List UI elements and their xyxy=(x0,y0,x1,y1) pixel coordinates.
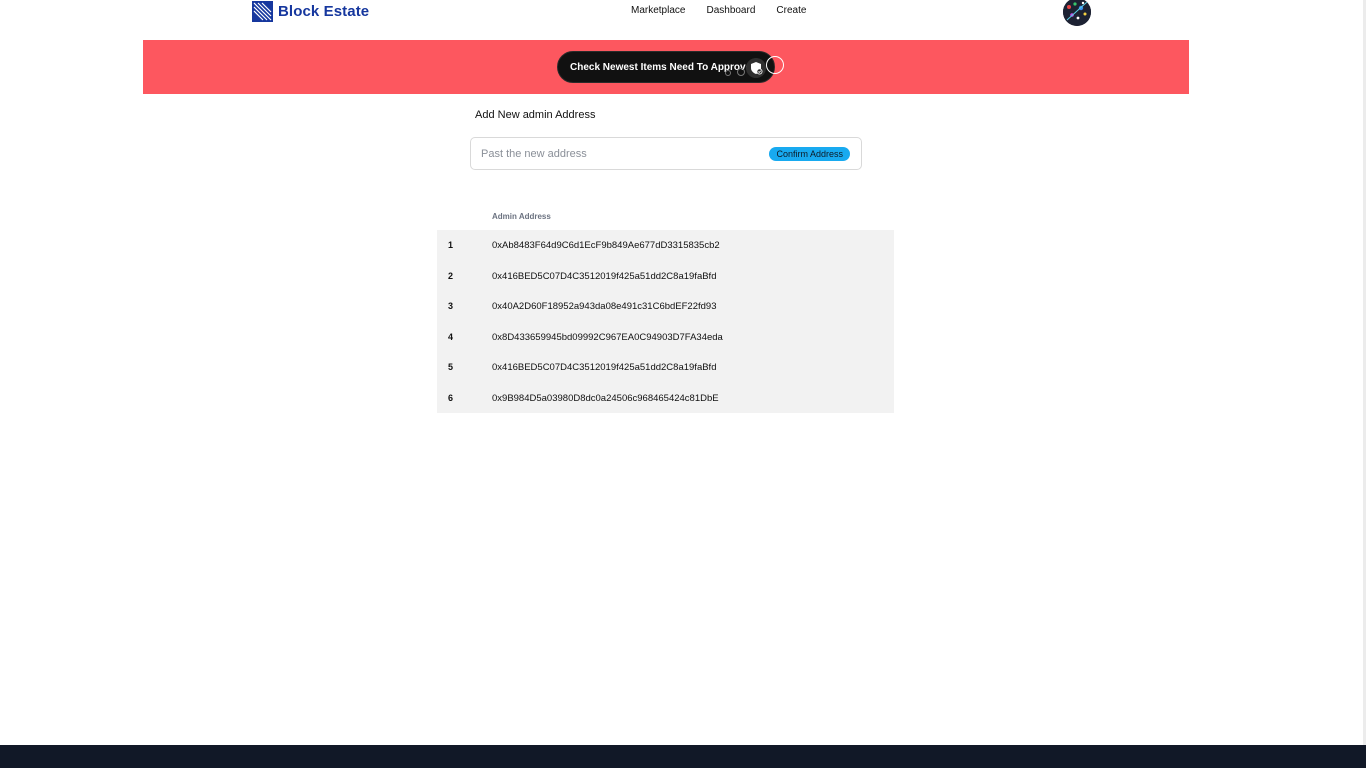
avatar-image xyxy=(1063,0,1091,26)
nav-link-create[interactable]: Create xyxy=(776,5,806,16)
user-avatar[interactable] xyxy=(1063,0,1091,26)
row-index: 3 xyxy=(448,301,454,311)
block-estate-logo-icon xyxy=(252,1,273,22)
table-row: 4 0x8D433659945bd09992C967EA0C94903D7FA3… xyxy=(437,322,894,353)
new-admin-address-input[interactable] xyxy=(481,145,761,163)
check-newest-items-label: Check Newest Items Need To Approve xyxy=(570,62,752,73)
column-header-admin-address: Admin Address xyxy=(492,212,551,221)
table-body: 1 0xAb8483F64d9C6d1EcF9b849Ae677dD331583… xyxy=(437,230,894,413)
admin-address-table: Admin Address 1 0xAb8483F64d9C6d1EcF9b84… xyxy=(437,206,894,413)
loading-dot-icon xyxy=(725,70,731,76)
admin-address-cell: 0x8D433659945bd09992C967EA0C94903D7FA34e… xyxy=(492,331,723,343)
table-row: 5 0x416BED5C07D4C3512019f425a51dd2C8a19f… xyxy=(437,352,894,383)
row-index: 4 xyxy=(448,331,454,342)
admin-address-cell: 0x416BED5C07D4C3512019f425a51dd2C8a19faB… xyxy=(492,270,717,282)
loading-dot-icon xyxy=(737,68,745,76)
row-index: 2 xyxy=(448,270,454,281)
table-row: 6 0x9B984D5a03980D8dc0a24506c968465424c8… xyxy=(437,383,894,414)
brand-logo-link[interactable]: Block Estate xyxy=(252,1,369,22)
brand-name: Block Estate xyxy=(278,3,370,20)
admin-address-cell: 0xAb8483F64d9C6d1EcF9b849Ae677dD3315835c… xyxy=(492,240,720,251)
row-index: 5 xyxy=(448,362,454,372)
admin-address-cell: 0x416BED5C07D4C3512019f425a51dd2C8a19faB… xyxy=(492,362,717,373)
admin-address-form: Confirm Address xyxy=(470,137,862,170)
table-header: Admin Address xyxy=(437,206,894,230)
main-nav: Marketplace Dashboard Create xyxy=(631,5,806,16)
admin-address-cell: 0x40A2D60F18952a943da08e491c31C6bdEF22fd… xyxy=(492,301,717,312)
admin-address-cell: 0x9B984D5a03980D8dc0a24506c968465424c81D… xyxy=(492,392,719,404)
nav-link-marketplace[interactable]: Marketplace xyxy=(631,5,685,16)
add-admin-title: Add New admin Address xyxy=(475,109,596,121)
shield-check-icon xyxy=(746,58,766,78)
check-newest-items-button[interactable]: Check Newest Items Need To Approve xyxy=(557,51,775,83)
table-row: 3 0x40A2D60F18952a943da08e491c31C6bdEF22… xyxy=(437,291,894,322)
row-index: 6 xyxy=(448,392,454,403)
page-footer xyxy=(0,745,1366,768)
refresh-ring-icon[interactable] xyxy=(766,56,784,74)
row-index: 1 xyxy=(448,240,454,250)
table-row: 2 0x416BED5C07D4C3512019f425a51dd2C8a19f… xyxy=(437,261,894,292)
table-row: 1 0xAb8483F64d9C6d1EcF9b849Ae677dD331583… xyxy=(437,230,894,261)
nav-link-dashboard[interactable]: Dashboard xyxy=(706,5,755,16)
approval-banner: Check Newest Items Need To Approve xyxy=(143,40,1189,94)
top-navbar: Block Estate Marketplace Dashboard Creat… xyxy=(0,0,1363,40)
confirm-address-button[interactable]: Confirm Address xyxy=(769,147,850,161)
